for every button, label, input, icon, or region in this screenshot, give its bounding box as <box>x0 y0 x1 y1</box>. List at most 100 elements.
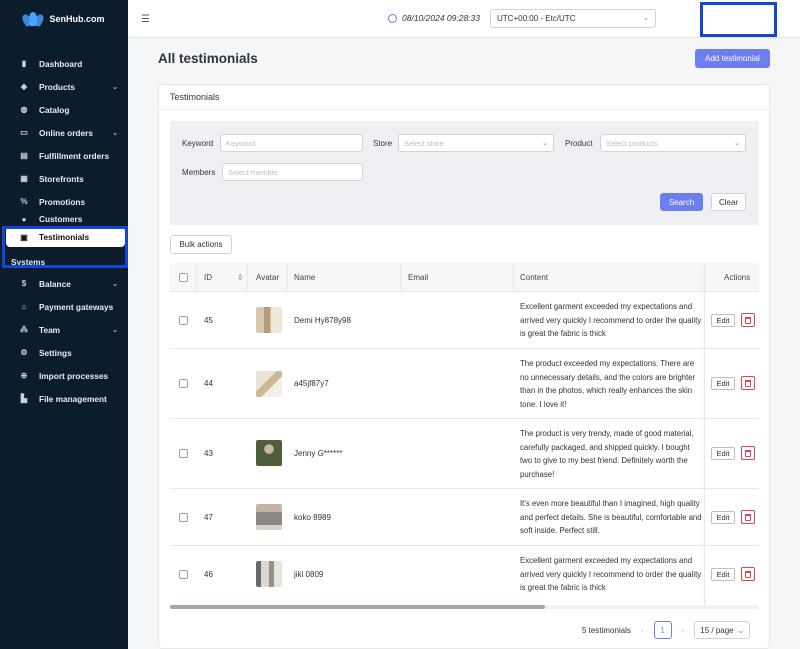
trash-icon <box>745 570 751 578</box>
menu-toggle-icon[interactable]: ☰ <box>141 14 150 25</box>
table-row: 47 koko 8989 It's even more beautiful th… <box>170 489 759 546</box>
table-row: 45 Demi Hy878y98 Excellent garment excee… <box>170 292 759 349</box>
delete-button[interactable] <box>741 376 755 390</box>
sidebar-item-balance[interactable]: $ Balance ⌄ <box>0 272 128 295</box>
edit-button[interactable]: Edit <box>711 568 735 581</box>
next-page-icon[interactable]: › <box>682 626 685 635</box>
sidebar-item-fulfillment-orders[interactable]: ▤ Fulfillment orders <box>0 144 128 167</box>
timezone-select[interactable]: UTC+00:00 - Etc/UTC ⌄ <box>490 9 656 28</box>
bar-chart-icon: ▮ <box>21 59 27 68</box>
row-content: The product is very trendy, made of good… <box>520 429 694 479</box>
row-checkbox[interactable] <box>179 379 188 388</box>
chevron-down-icon: ⌄ <box>643 15 649 22</box>
users-icon: ● <box>21 214 27 224</box>
chevron-down-icon: ⌄ <box>737 625 745 635</box>
row-checkbox[interactable] <box>179 316 188 325</box>
row-id: 43 <box>204 449 213 458</box>
sidebar-item-storefronts[interactable]: ▦ Storefronts <box>0 167 128 190</box>
sidebar-item-import-processes[interactable]: ⊕ Import processes <box>0 364 128 387</box>
user-menu-highlight[interactable] <box>700 2 777 37</box>
page-number-button[interactable]: 1 <box>653 621 672 639</box>
members-select[interactable]: Select member <box>222 163 363 181</box>
brand-logo[interactable]: SenHub.com <box>0 0 128 38</box>
scrollbar-thumb[interactable] <box>170 605 545 609</box>
row-content: It's even more beautiful than I imagined… <box>520 499 702 535</box>
keyword-input[interactable]: Keyword <box>220 134 363 152</box>
store-label: Store <box>373 139 393 148</box>
row-checkbox[interactable] <box>179 570 188 579</box>
row-name: jiki 0809 <box>294 570 324 579</box>
search-button[interactable]: Search <box>660 193 703 211</box>
edit-button[interactable]: Edit <box>711 377 735 390</box>
sidebar-item-customers[interactable]: ● Customers <box>0 213 128 225</box>
sidebar-item-catalog[interactable]: ◍ Catalog <box>0 98 128 121</box>
chevron-down-icon: ⌄ <box>734 140 740 147</box>
dollar-icon: $ <box>21 279 27 288</box>
row-checkbox[interactable] <box>179 449 188 458</box>
header-id[interactable]: ID <box>204 273 212 282</box>
row-id: 46 <box>204 570 213 579</box>
testimonials-card: Testimonials Keyword Keyword Store Selec… <box>158 84 770 649</box>
store-select[interactable]: Select store ⌄ <box>398 134 554 152</box>
row-id: 47 <box>204 513 213 522</box>
clear-button[interactable]: Clear <box>711 193 746 211</box>
sidebar-item-label: Import processes <box>39 370 109 381</box>
sort-icon[interactable]: ⇕ <box>237 273 244 282</box>
trash-icon <box>745 449 751 457</box>
row-name: koko 8989 <box>294 513 331 522</box>
product-placeholder: Select products <box>606 139 658 148</box>
row-name: a45jf87y7 <box>294 379 329 388</box>
row-id: 44 <box>204 379 213 388</box>
top-bar: ☰ 08/10/2024 09:28:33 UTC+00:00 - Etc/UT… <box>128 0 800 38</box>
delete-button[interactable] <box>741 446 755 460</box>
edit-button[interactable]: Edit <box>711 314 735 327</box>
sidebar-item-label: Dashboard <box>39 58 83 69</box>
sidebar-item-team[interactable]: ⁂ Team ⌄ <box>0 318 128 341</box>
testimonials-table: ID ⇕ Avatar Name Email Content Actions 4… <box>170 263 759 605</box>
avatar <box>256 307 282 333</box>
select-all-checkbox[interactable] <box>179 273 188 282</box>
bulk-actions-button[interactable]: Bulk actions <box>170 235 232 254</box>
header-avatar: Avatar <box>256 273 279 282</box>
avatar <box>256 371 282 397</box>
column-divider <box>513 263 514 291</box>
sidebar-item-dashboard[interactable]: ▮ Dashboard <box>0 52 128 75</box>
delete-button[interactable] <box>741 567 755 581</box>
header-content: Content <box>520 273 549 282</box>
edit-button[interactable]: Edit <box>711 447 735 460</box>
sidebar-item-payment-gateways[interactable]: ⌂ Payment gateways <box>0 295 128 318</box>
delete-button[interactable] <box>741 510 755 524</box>
product-select[interactable]: Select products ⌄ <box>600 134 746 152</box>
sidebar-item-label: Online orders <box>39 127 93 138</box>
import-icon: ⊕ <box>20 371 28 380</box>
row-content: Excellent garment exceeded my expectatio… <box>520 556 702 592</box>
table-row: 43 Jenny G****** The product is very tre… <box>170 419 759 489</box>
edit-button[interactable]: Edit <box>711 511 735 524</box>
chevron-down-icon: ⌄ <box>112 326 118 334</box>
sidebar-item-file-management[interactable]: ▙ File management <box>0 387 128 410</box>
row-id: 45 <box>204 316 213 325</box>
delete-button[interactable] <box>741 313 755 327</box>
card-title: Testimonials <box>159 85 769 110</box>
row-content: Excellent garment exceeded my expectatio… <box>520 302 702 338</box>
sidebar-item-online-orders[interactable]: ▭ Online orders ⌄ <box>0 121 128 144</box>
sidebar-item-label: Balance <box>39 278 71 289</box>
sidebar-item-promotions[interactable]: % Promotions <box>0 190 128 213</box>
row-content: The product exceeded my expectations. Th… <box>520 359 696 409</box>
sidebar-item-label: Products <box>39 81 75 92</box>
box-icon: ◆ <box>20 82 28 91</box>
chevron-down-icon: ⌄ <box>112 83 118 91</box>
add-testimonial-button[interactable]: Add testimonial <box>695 49 770 68</box>
page-size-select[interactable]: 15 / page ⌄ <box>694 621 751 639</box>
store-placeholder: Select store <box>404 139 444 148</box>
timezone-value: UTC+00:00 - Etc/UTC <box>497 14 576 23</box>
row-checkbox[interactable] <box>179 513 188 522</box>
keyword-label: Keyword <box>182 139 214 148</box>
catalog-icon: ◍ <box>20 105 28 114</box>
table-header: ID ⇕ Avatar Name Email Content Actions <box>170 263 759 292</box>
sidebar-item-products[interactable]: ◆ Products ⌄ <box>0 75 128 98</box>
sidebar-item-settings[interactable]: ⚙ Settings <box>0 341 128 364</box>
pagination: 5 testimonials ‹ 1 › 15 / page ⌄ <box>559 621 751 639</box>
prev-page-icon[interactable]: ‹ <box>641 626 644 635</box>
horizontal-scrollbar[interactable] <box>170 605 759 609</box>
